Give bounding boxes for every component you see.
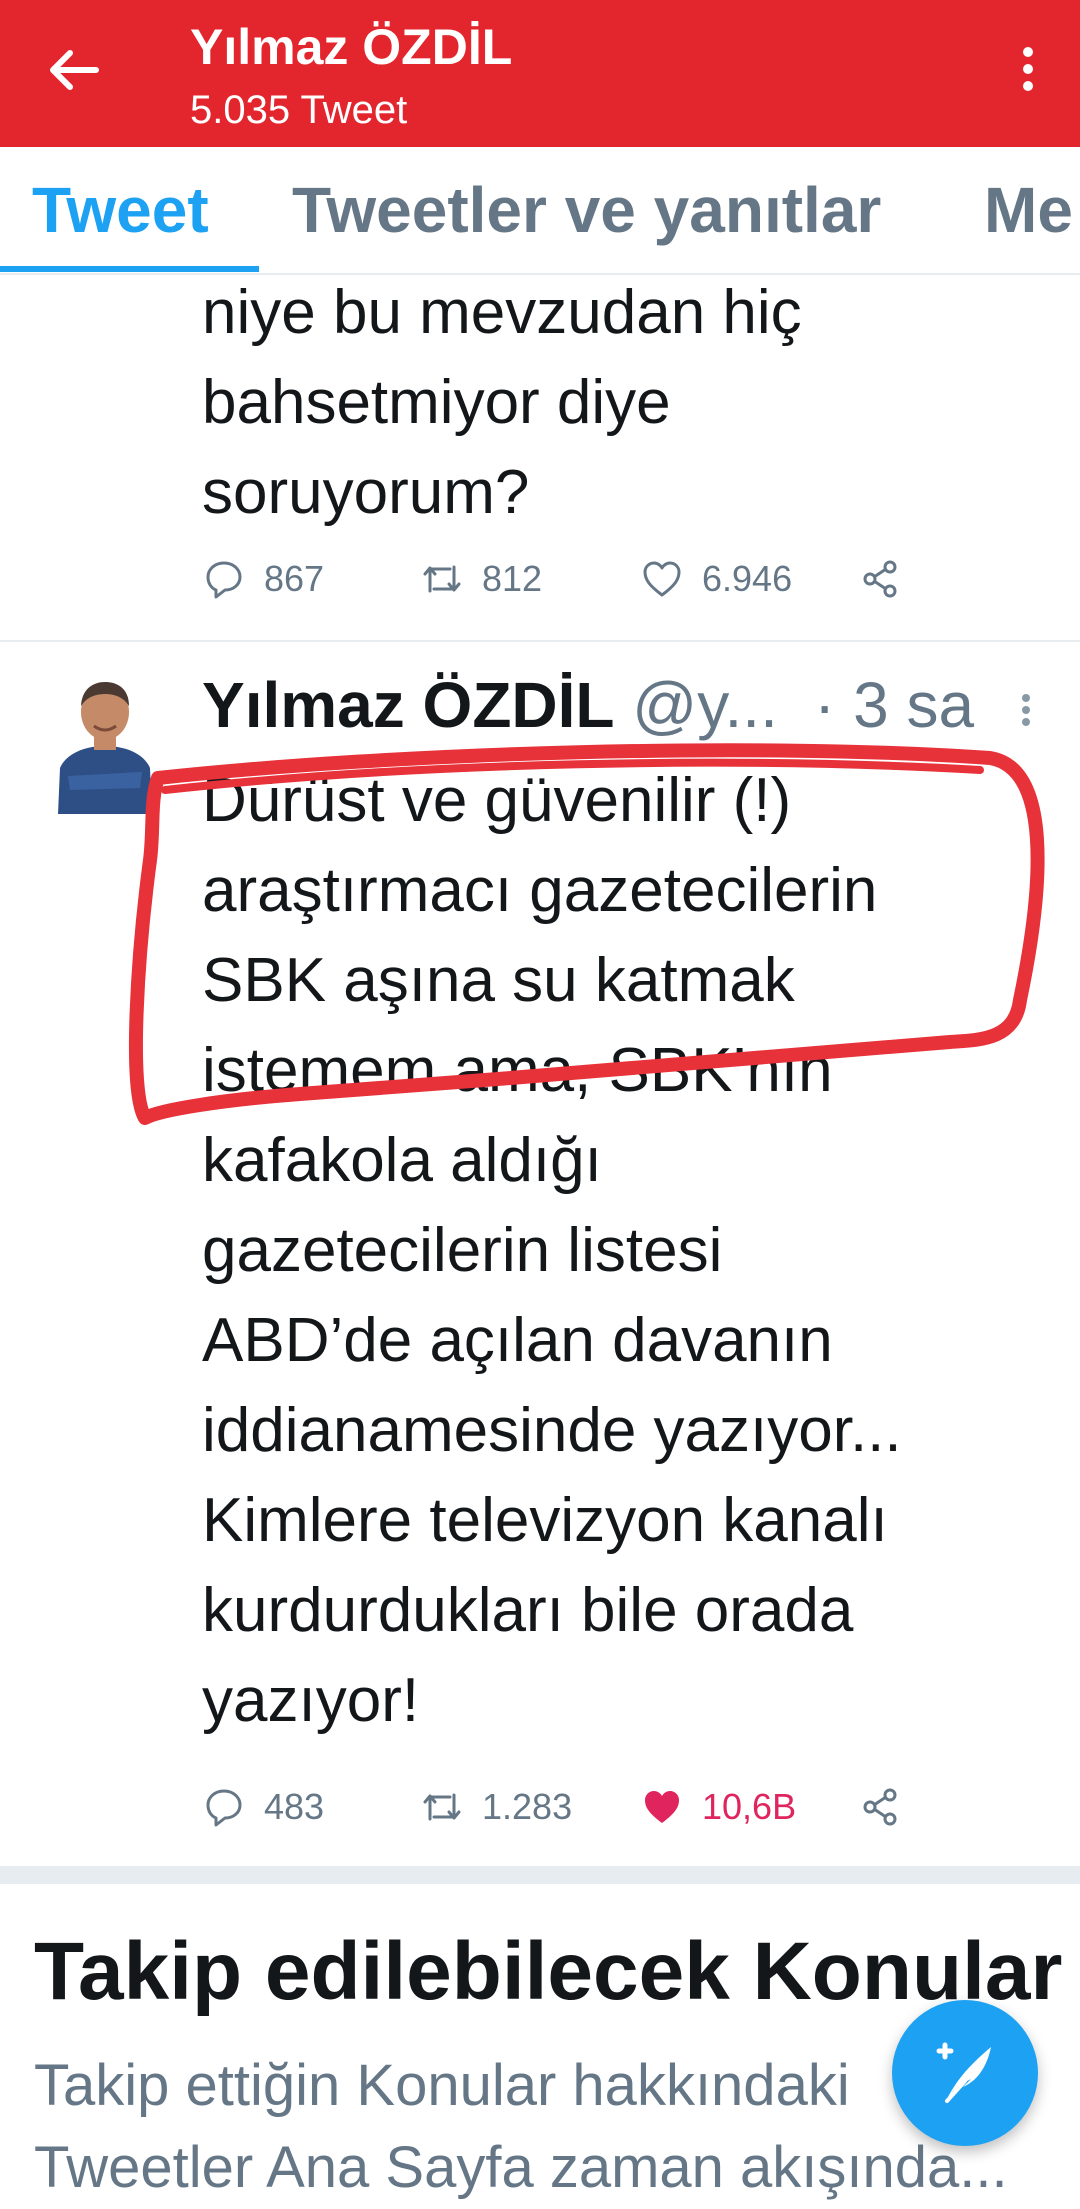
tweet-text[interactable]: Dürüst ve güvenilir (!) araştırmacı gaze… (202, 756, 1032, 1746)
tweet-header: Yılmaz ÖZDİL @y... · 3 sa (202, 668, 1032, 742)
tweet-line: niye bu mevzudan hiç (202, 278, 802, 347)
back-button[interactable] (44, 40, 104, 100)
tweet-line: araştırmacı gazetecilerin (202, 856, 878, 925)
tweet-line: yazıyor! (202, 1666, 420, 1735)
tweet-line: Kimlere televizyon kanalı (202, 1486, 888, 1555)
header-title: Yılmaz ÖZDİL (190, 19, 513, 75)
share-icon (863, 1788, 897, 1826)
like-count: 6.946 (702, 558, 793, 599)
tweet-line: gazetecilerin listesi (202, 1216, 723, 1285)
author-name[interactable]: Yılmaz ÖZDİL (202, 669, 615, 741)
tweet-more-button[interactable] (1018, 690, 1034, 740)
retweet-count: 812 (482, 558, 543, 599)
tweet-line: bahsetmiyor diye (202, 368, 671, 437)
like-button[interactable]: 6.946 (640, 557, 792, 601)
tweet-actions: 867 812 6.946 (202, 557, 962, 617)
reply-button[interactable]: 483 (202, 1785, 324, 1829)
tweet-time: · 3 sa (814, 669, 975, 741)
more-vertical-icon (1008, 47, 1048, 91)
reply-count: 867 (264, 558, 325, 599)
more-vertical-icon (1018, 694, 1034, 726)
tweet-line: iddianamesinde yazıyor... (202, 1396, 902, 1465)
header-tweet-count: 5.035 Tweet (190, 88, 408, 132)
retweet-icon (423, 565, 461, 593)
topics-title: Takip edilebilecek Konular (34, 1926, 1063, 2017)
retweet-button[interactable]: 1.283 (420, 1785, 572, 1829)
tab-media[interactable]: Me (984, 173, 1073, 247)
heart-filled-icon (645, 1791, 679, 1823)
tweet-divider (0, 640, 1080, 642)
tab-tweet[interactable]: Tweet (32, 173, 209, 247)
section-separator (0, 1866, 1080, 1884)
like-button[interactable]: 10,6B (640, 1785, 796, 1829)
tweet-actions: 483 1.283 10,6B (202, 1785, 962, 1845)
reply-button[interactable]: 867 (202, 557, 324, 601)
compose-tweet-button[interactable] (892, 2000, 1038, 2146)
tweet-line: ABD’de açılan davanın (202, 1306, 833, 1375)
app-header: Yılmaz ÖZDİL 5.035 Tweet (0, 0, 1080, 147)
tweet-line: kurdurdukları bile orada (202, 1576, 854, 1645)
share-icon (863, 560, 897, 598)
tweet-line: SBK aşına su katmak (202, 946, 795, 1015)
author-handle[interactable]: @y... (632, 669, 778, 741)
reply-icon (206, 1789, 242, 1827)
share-button[interactable] (858, 1785, 920, 1829)
more-options-button[interactable] (1008, 40, 1048, 110)
topics-subtitle-line: Tweetler Ana Sayfa zaman akışında... (34, 2135, 1008, 2200)
tweet-line: Dürüst ve güvenilir (!) (202, 766, 792, 835)
arrow-left-icon (50, 50, 99, 90)
avatar[interactable] (54, 672, 156, 814)
heart-outline-icon (643, 561, 681, 597)
retweet-button[interactable]: 812 (420, 557, 542, 601)
like-count: 10,6B (702, 1786, 797, 1827)
profile-tabs: Tweet Tweetler ve yanıtlar Me (0, 147, 1080, 275)
tweet-line: istemem ama, SBK’nın (202, 1036, 833, 1105)
retweet-count: 1.283 (482, 1786, 573, 1827)
retweet-icon (423, 1793, 461, 1821)
reply-icon (206, 561, 242, 599)
tweet-line: soruyorum? (202, 458, 530, 527)
share-button[interactable] (858, 557, 920, 601)
reply-count: 483 (264, 1786, 325, 1827)
tab-tweets-and-replies[interactable]: Tweetler ve yanıtlar (292, 173, 881, 247)
compose-tweet-icon (936, 2042, 991, 2103)
tweet-line: kafakola aldığı (202, 1126, 602, 1195)
tweet-text[interactable]: niye bu mevzudan hiç bahsetmiyor diye so… (202, 268, 1022, 538)
